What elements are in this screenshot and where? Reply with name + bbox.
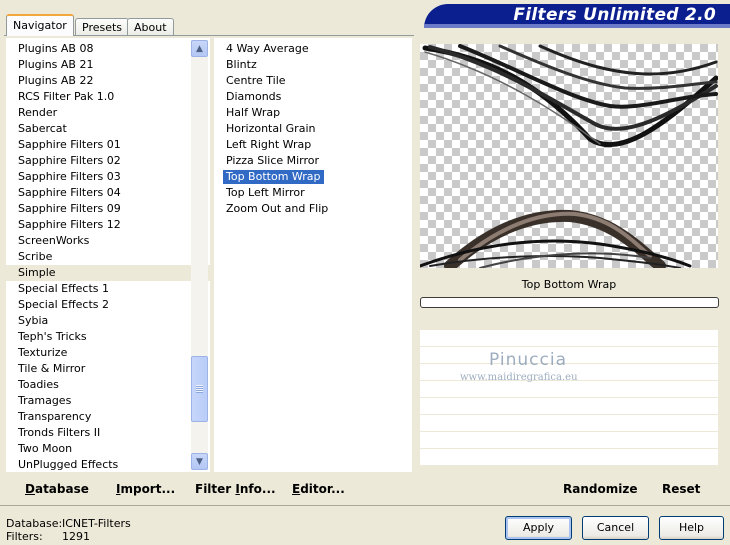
parameter-row: [420, 449, 718, 466]
selected-filter-label: Top Bottom Wrap: [223, 170, 324, 184]
watermark-url: www.maidiregrafica.eu: [460, 372, 578, 383]
filter-item[interactable]: Horizontal Grain: [214, 121, 412, 137]
filter-item[interactable]: Diamonds: [214, 89, 412, 105]
reset-button[interactable]: Reset: [662, 482, 700, 496]
cancel-label: Cancel: [596, 521, 635, 534]
apply-label: Apply: [522, 521, 555, 534]
category-item[interactable]: Sapphire Filters 04: [6, 185, 210, 201]
tab-navigator[interactable]: Navigator: [6, 14, 74, 36]
parameter-row: [420, 330, 718, 347]
category-item[interactable]: RCS Filter Pak 1.0: [6, 89, 210, 105]
filter-list-panel[interactable]: 4 Way Average Blintz Centre Tile Diamonds Ha…: [214, 38, 412, 472]
parameter-row: [420, 398, 718, 415]
tab-presets-label: Presets: [82, 21, 123, 34]
category-item[interactable]: Sapphire Filters 12: [6, 217, 210, 233]
help-label: Help: [678, 521, 705, 534]
category-item[interactable]: Sybia: [6, 313, 210, 329]
category-item[interactable]: Sapphire Filters 03: [6, 169, 210, 185]
category-item[interactable]: Render: [6, 105, 210, 121]
chevron-up-icon: ▲: [196, 43, 203, 54]
database-button[interactable]: Database: [25, 482, 89, 496]
database-label: Database:: [6, 517, 63, 530]
apply-button[interactable]: Apply: [505, 516, 572, 540]
help-button[interactable]: Help: [659, 516, 724, 540]
grip-icon: [196, 385, 203, 393]
cancel-button[interactable]: Cancel: [582, 516, 649, 540]
filter-item[interactable]: Pizza Slice Mirror: [214, 153, 412, 169]
tab-strip: Navigator Presets About: [4, 12, 424, 36]
category-item[interactable]: Sapphire Filters 09: [6, 201, 210, 217]
category-item[interactable]: Toadies: [6, 377, 210, 393]
filters-info: Filters: 1291: [6, 530, 90, 543]
filter-item[interactable]: Half Wrap: [214, 105, 412, 121]
category-item[interactable]: Tile & Mirror: [6, 361, 210, 377]
category-item[interactable]: Simple: [6, 265, 210, 281]
tab-navigator-label: Navigator: [13, 19, 67, 32]
filter-item[interactable]: Blintz: [214, 57, 412, 73]
category-item[interactable]: Two Moon: [6, 441, 210, 457]
category-item[interactable]: Sapphire Filters 02: [6, 153, 210, 169]
parameter-row: [420, 347, 718, 364]
filters-count: 1291: [62, 530, 90, 543]
database-info: Database:ICNET-Filters: [6, 517, 131, 530]
category-item[interactable]: Sabercat: [6, 121, 210, 137]
preview-filter-label: Top Bottom Wrap: [521, 278, 617, 291]
category-scrollbar[interactable]: ▲ ▼: [191, 40, 208, 470]
left-action-bar: Database Import... Filter Info... Editor…: [6, 476, 412, 500]
filter-item[interactable]: Centre Tile: [214, 73, 412, 89]
filter-list[interactable]: 4 Way Average Blintz Centre Tile Diamonds Ha…: [214, 38, 412, 217]
category-item[interactable]: Plugins AB 21: [6, 57, 210, 73]
parameter-row: [420, 432, 718, 449]
watermark-name: Pinuccia: [489, 350, 567, 370]
category-list[interactable]: Plugins AB 08 Plugins AB 21 Plugins AB 22 R…: [6, 38, 210, 473]
tab-about[interactable]: About: [127, 18, 174, 36]
category-item[interactable]: Special Effects 1: [6, 281, 210, 297]
filter-item[interactable]: Left Right Wrap: [214, 137, 412, 153]
filter-item[interactable]: 4 Way Average: [214, 41, 412, 57]
category-item[interactable]: Plugins AB 08: [6, 41, 210, 57]
parameter-area: [420, 330, 718, 470]
preview-wave-graphic: [420, 44, 718, 268]
filters-label: Filters:: [6, 530, 43, 543]
filter-item[interactable]: Top Left Mirror: [214, 185, 412, 201]
category-item[interactable]: UnPlugged Effects: [6, 457, 210, 473]
tab-about-label: About: [134, 21, 167, 34]
status-divider: [0, 505, 730, 506]
category-item[interactable]: Tramages: [6, 393, 210, 409]
scroll-up-button[interactable]: ▲: [191, 40, 208, 57]
filter-item[interactable]: Top Bottom Wrap: [214, 169, 412, 185]
editor-button[interactable]: Editor...: [292, 482, 345, 496]
category-list-panel[interactable]: Plugins AB 08 Plugins AB 21 Plugins AB 22 R…: [6, 38, 210, 472]
category-item[interactable]: Texturize: [6, 345, 210, 361]
scroll-thumb[interactable]: [191, 356, 208, 422]
category-item[interactable]: Tronds Filters II: [6, 425, 210, 441]
parameter-row: [420, 415, 718, 432]
filter-info-button[interactable]: Filter Info...: [195, 482, 276, 496]
filter-item[interactable]: Zoom Out and Flip: [214, 201, 412, 217]
import-button[interactable]: Import...: [116, 482, 175, 496]
category-item[interactable]: Teph's Tricks: [6, 329, 210, 345]
chevron-down-icon: ▼: [196, 456, 203, 467]
app-title: Filters Unlimited 2.0: [513, 5, 716, 25]
title-banner: Filters Unlimited 2.0: [424, 4, 730, 28]
scroll-down-button[interactable]: ▼: [191, 453, 208, 470]
category-item[interactable]: Special Effects 2: [6, 297, 210, 313]
parameter-row: [420, 381, 718, 398]
category-item[interactable]: Scribe: [6, 249, 210, 265]
preview-image: [420, 44, 718, 268]
category-item[interactable]: ScreenWorks: [6, 233, 210, 249]
tab-presets[interactable]: Presets: [75, 18, 130, 36]
right-action-bar: Randomize Reset: [420, 476, 718, 500]
database-value: ICNET-Filters: [62, 517, 131, 530]
category-item[interactable]: Transparency: [6, 409, 210, 425]
progress-bar: [420, 297, 719, 308]
randomize-button[interactable]: Randomize: [563, 482, 637, 496]
category-item[interactable]: Plugins AB 22: [6, 73, 210, 89]
category-item[interactable]: Sapphire Filters 01: [6, 137, 210, 153]
